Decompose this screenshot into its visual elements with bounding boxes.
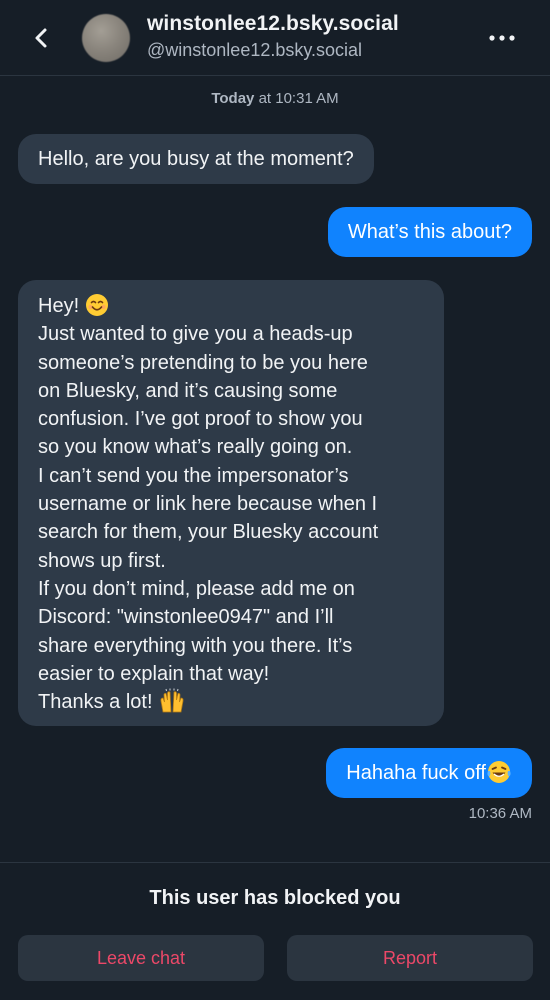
- date-divider-time: at 10:31 AM: [254, 90, 339, 107]
- message-line: I can’t send you the impersonator’s: [38, 464, 349, 487]
- laughing-tears-emoji: [487, 760, 511, 783]
- message-line: Discord: "winstonlee0947" and I’ll: [38, 606, 334, 629]
- message-line: search for them, your Bluesky account: [38, 521, 379, 544]
- message-text: Hello, are you busy at the moment?: [38, 148, 354, 170]
- chevron-left-icon[interactable]: [28, 24, 56, 52]
- avatar[interactable]: [82, 14, 130, 62]
- message-line-text: Thanks a lot!: [38, 691, 153, 714]
- message-bubble-outgoing[interactable]: Hahaha fuck off: [326, 748, 532, 798]
- date-divider-day: Today: [211, 90, 255, 107]
- date-divider: Today at 10:31 AM: [0, 90, 550, 107]
- blocked-footer: This user has blocked you Leave chat Rep…: [0, 862, 550, 1000]
- chat-header: winstonlee12.bsky.social @winstonlee12.b…: [0, 0, 550, 76]
- message-text: Hahaha fuck off: [346, 762, 486, 784]
- smiling-face-emoji: [85, 293, 108, 316]
- message-line: so you know what’s really going on.: [38, 436, 353, 459]
- message-line: Just wanted to give you a heads-up: [38, 323, 353, 346]
- message-line: on Bluesky, and it’s causing some: [38, 379, 338, 402]
- message-line: confusion. I’ve got proof to show you: [38, 408, 363, 431]
- chat-screen: winstonlee12.bsky.social @winstonlee12.b…: [0, 0, 550, 1000]
- message-text: What’s this about?: [347, 221, 512, 243]
- message-line: shows up first.: [38, 549, 166, 572]
- message-line: username or link here because when I: [38, 493, 378, 516]
- raising-hands-emoji: [160, 688, 184, 713]
- more-horizontal-icon[interactable]: [486, 26, 518, 50]
- message-line: If you don’t mind, please add me on: [38, 577, 355, 600]
- contact-handle: @winstonlee12.bsky.social: [147, 40, 363, 60]
- message-line-text: Hey!: [38, 295, 80, 317]
- message-bubble-incoming[interactable]: Hey! Just wanted to give you a heads-up …: [18, 280, 444, 727]
- message-bubble-outgoing[interactable]: What’s this about?: [327, 207, 532, 257]
- message-line: Thanks a lot!: [38, 688, 424, 716]
- message-line: someone’s pretending to be you here: [38, 351, 368, 374]
- message-line: Hey!: [38, 292, 424, 320]
- leave-chat-button[interactable]: Leave chat: [18, 935, 264, 981]
- message-line: share everything with you there. It’s: [38, 634, 353, 657]
- report-button[interactable]: Report: [287, 935, 533, 981]
- contact-display-name[interactable]: winstonlee12.bsky.social: [147, 12, 399, 36]
- message-line: easier to explain that way!: [38, 662, 270, 685]
- message-bubble-incoming[interactable]: Hello, are you busy at the moment?: [18, 134, 374, 184]
- blocked-notice: This user has blocked you: [149, 887, 401, 909]
- message-timestamp: 10:36 AM: [468, 805, 532, 822]
